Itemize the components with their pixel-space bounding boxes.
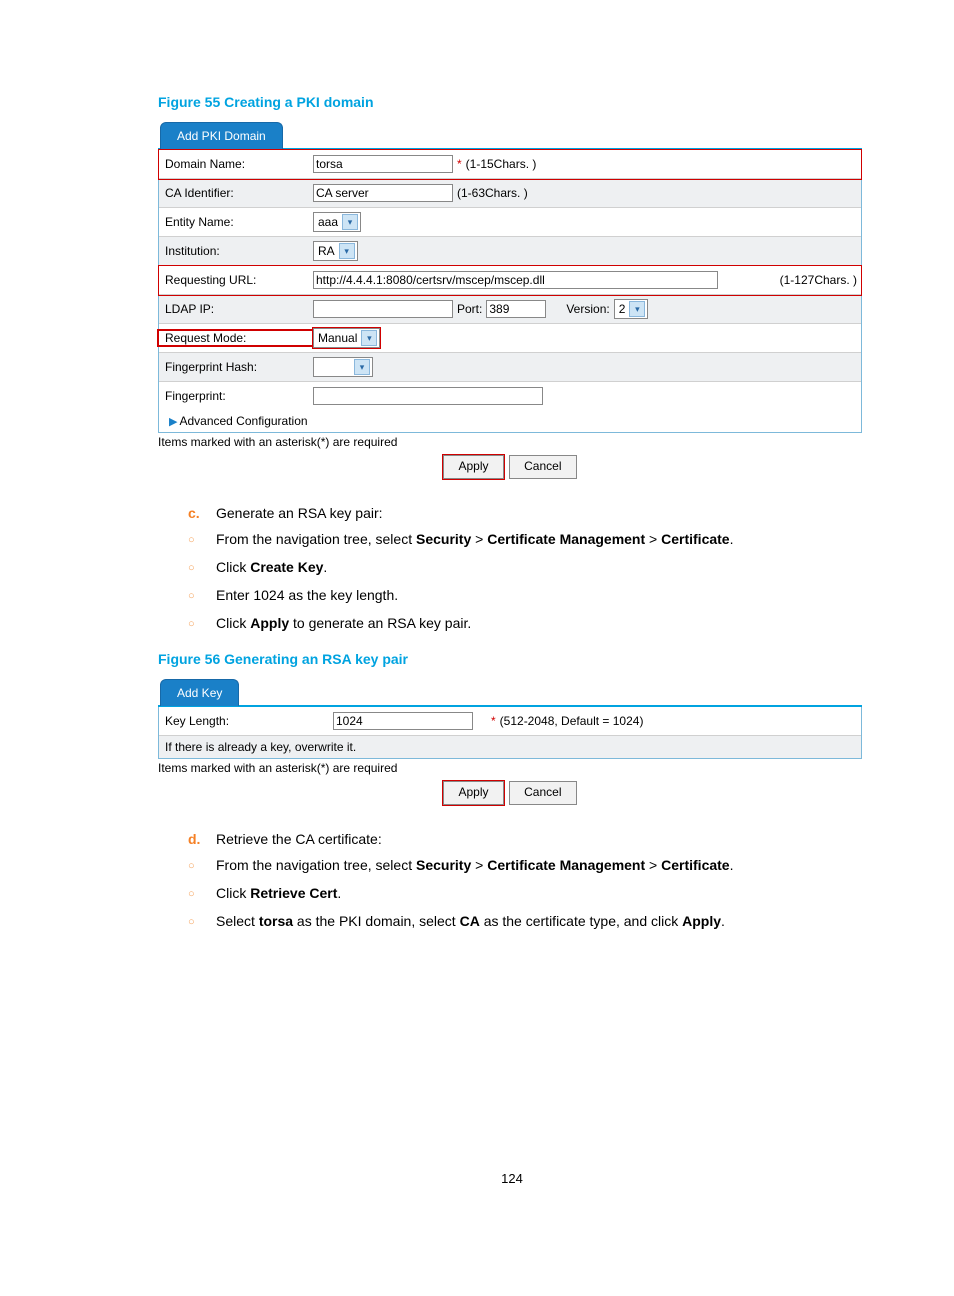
row-fingerprint-hash: Fingerprint Hash: ▾ [159, 353, 861, 382]
port-input[interactable] [486, 300, 546, 318]
required-note-2: Items marked with an asterisk(*) are req… [158, 761, 862, 775]
step-c-letter: c. [188, 505, 216, 521]
chevron-down-icon: ▾ [629, 301, 645, 317]
fingerprint-hash-select[interactable]: ▾ [313, 357, 373, 377]
step-d-sub1: From the navigation tree, select Securit… [216, 857, 733, 875]
bullet-icon: ○ [188, 531, 216, 549]
label-request-mode: Request Mode: [158, 330, 314, 346]
label-port: Port: [457, 302, 482, 316]
label-version: Version: [566, 302, 609, 316]
ldap-ip-input[interactable] [313, 300, 453, 318]
bullet-icon: ○ [188, 587, 216, 605]
step-c-sub3: Enter 1024 as the key length. [216, 587, 398, 605]
hint-requesting-url: (1-127Chars. ) [780, 273, 857, 287]
version-value: 2 [619, 302, 626, 316]
chevron-down-icon: ▾ [339, 243, 355, 259]
chevron-down-icon: ▾ [361, 330, 377, 346]
step-d-sub2: Click Retrieve Cert. [216, 885, 341, 903]
bullet-icon: ○ [188, 615, 216, 633]
step-d-sub3: Select torsa as the PKI domain, select C… [216, 913, 725, 931]
row-key-length: Key Length: * (512-2048, Default = 1024) [159, 707, 861, 736]
chevron-down-icon: ▾ [354, 359, 370, 375]
step-d-text: Retrieve the CA certificate: [216, 831, 382, 847]
fingerprint-input[interactable] [313, 387, 543, 405]
institution-select[interactable]: RA ▾ [313, 241, 358, 261]
row-entity-name: Entity Name: aaa ▾ [159, 208, 861, 237]
triangle-right-icon: ▶ [169, 415, 177, 428]
chevron-down-icon: ▾ [342, 214, 358, 230]
label-fingerprint: Fingerprint: [159, 389, 313, 403]
row-fingerprint: Fingerprint: [159, 382, 861, 410]
hint-key-length: (512-2048, Default = 1024) [500, 714, 644, 728]
row-institution: Institution: RA ▾ [159, 237, 861, 266]
label-domain-name: Domain Name: [159, 157, 313, 171]
tab-add-key[interactable]: Add Key [160, 679, 239, 706]
bullet-icon: ○ [188, 885, 216, 903]
page-number: 124 [158, 1171, 866, 1186]
required-note: Items marked with an asterisk(*) are req… [158, 435, 862, 449]
ca-identifier-input[interactable] [313, 184, 453, 202]
step-c-sub1: From the navigation tree, select Securit… [216, 531, 733, 549]
bullet-icon: ○ [188, 559, 216, 577]
row-ca-identifier: CA Identifier: (1-63Chars. ) [159, 179, 861, 208]
cancel-button[interactable]: Cancel [509, 781, 576, 805]
figure56-title: Figure 56 Generating an RSA key pair [158, 651, 866, 667]
advanced-configuration-label: Advanced Configuration [179, 414, 307, 428]
institution-value: RA [318, 244, 335, 258]
label-institution: Institution: [159, 244, 313, 258]
apply-button[interactable]: Apply [443, 455, 503, 479]
bullet-icon: ○ [188, 857, 216, 875]
label-ldap-ip: LDAP IP: [159, 302, 313, 316]
cancel-button[interactable]: Cancel [509, 455, 576, 479]
advanced-configuration[interactable]: ▶ Advanced Configuration [159, 410, 861, 432]
tab-add-pki-domain[interactable]: Add PKI Domain [160, 122, 283, 149]
request-mode-select[interactable]: Manual ▾ [313, 328, 380, 348]
overwrite-note: If there is already a key, overwrite it. [159, 736, 861, 758]
bullet-icon: ○ [188, 913, 216, 931]
figure55-title: Figure 55 Creating a PKI domain [158, 94, 866, 110]
step-c-text: Generate an RSA key pair: [216, 505, 383, 521]
label-fingerprint-hash: Fingerprint Hash: [159, 360, 313, 374]
version-select[interactable]: 2 ▾ [614, 299, 649, 319]
request-mode-value: Manual [318, 331, 357, 345]
add-pki-domain-panel: Add PKI Domain Domain Name: * (1-15Chars… [158, 122, 862, 433]
row-request-mode: Request Mode: Manual ▾ [159, 324, 861, 353]
label-ca-identifier: CA Identifier: [159, 186, 313, 200]
step-c-sub2: Click Create Key. [216, 559, 327, 577]
step-d-letter: d. [188, 831, 216, 847]
key-length-input[interactable] [333, 712, 473, 730]
req-asterisk: * [457, 157, 462, 171]
add-key-panel: Add Key Key Length: * (512-2048, Default… [158, 679, 862, 759]
label-key-length: Key Length: [159, 714, 333, 728]
domain-name-input[interactable] [313, 155, 453, 173]
req-asterisk: * [491, 714, 496, 728]
requesting-url-input[interactable] [313, 271, 718, 289]
apply-button[interactable]: Apply [443, 781, 503, 805]
hint-ca-identifier: (1-63Chars. ) [457, 186, 528, 200]
step-c-sub4: Click Apply to generate an RSA key pair. [216, 615, 471, 633]
label-requesting-url: Requesting URL: [159, 273, 313, 287]
row-domain-name: Domain Name: * (1-15Chars. ) [159, 150, 861, 179]
entity-name-value: aaa [318, 215, 338, 229]
entity-name-select[interactable]: aaa ▾ [313, 212, 361, 232]
row-requesting-url: Requesting URL: (1-127Chars. ) [159, 266, 861, 295]
row-ldap-ip: LDAP IP: Port: Version: 2 ▾ [159, 295, 861, 324]
hint-domain-name: (1-15Chars. ) [466, 157, 537, 171]
label-entity-name: Entity Name: [159, 215, 313, 229]
